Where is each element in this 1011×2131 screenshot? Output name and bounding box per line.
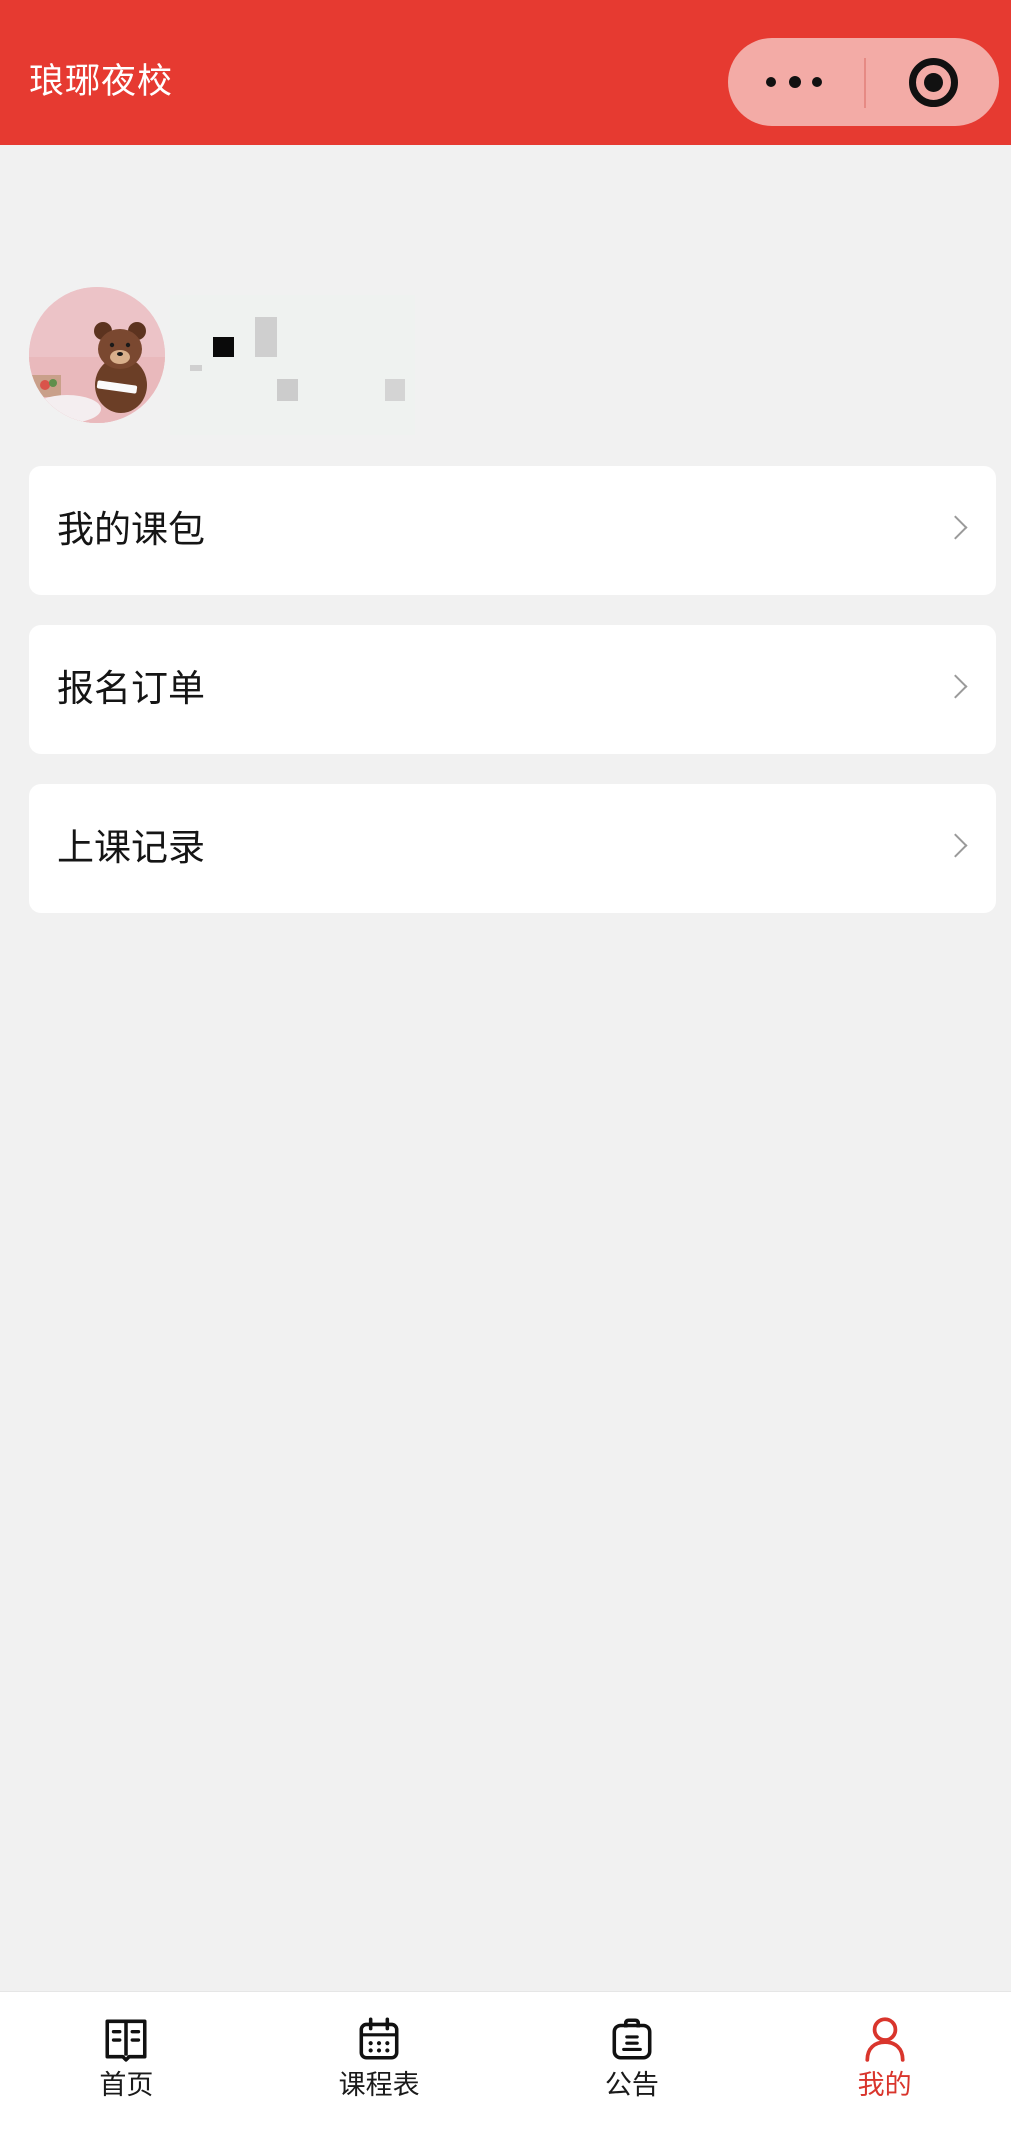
page-title: 琅琊夜校 <box>29 62 174 102</box>
tab-label: 课程表 <box>338 2070 420 2101</box>
chevron-right-icon <box>943 833 968 858</box>
app-header: 琅琊夜校 <box>0 0 1011 145</box>
menu-list: 我的课包 报名订单 上课记录 <box>29 466 996 943</box>
mini-program-capsule <box>728 38 999 126</box>
menu-item-enrollment-orders[interactable]: 报名订单 <box>29 625 996 754</box>
more-button[interactable] <box>728 38 864 126</box>
chevron-right-icon <box>943 515 968 540</box>
target-circle-icon[interactable] <box>909 58 958 107</box>
menu-item-label: 报名订单 <box>57 667 205 710</box>
bear-avatar <box>29 287 165 423</box>
menu-item-label: 我的课包 <box>57 508 205 551</box>
tab-label: 我的 <box>857 2070 912 2101</box>
tab-home[interactable]: 首页 <box>0 1992 253 2131</box>
calendar-icon <box>359 2017 399 2060</box>
menu-item-course-packages[interactable]: 我的课包 <box>29 466 996 595</box>
target-center <box>924 73 943 92</box>
tab-announcements[interactable]: 公告 <box>506 1992 759 2131</box>
more-dots-icon <box>766 77 776 87</box>
chevron-right-icon <box>943 674 968 699</box>
tab-label: 首页 <box>99 2070 154 2101</box>
person-icon <box>865 2017 905 2062</box>
clipboard-icon <box>612 2018 652 2060</box>
tab-mine[interactable]: 我的 <box>758 1992 1011 2131</box>
username-pixelated <box>170 295 415 435</box>
tab-schedule[interactable]: 课程表 <box>253 1992 506 2131</box>
menu-item-class-records[interactable]: 上课记录 <box>29 784 996 913</box>
more-dots-icon <box>812 77 822 87</box>
capsule-divider <box>864 58 866 108</box>
menu-item-label: 上课记录 <box>57 826 205 869</box>
more-dots-icon <box>789 76 801 88</box>
tab-label: 公告 <box>604 2070 659 2101</box>
book-icon <box>105 2019 147 2062</box>
avatar[interactable] <box>29 287 165 423</box>
bottom-tab-bar: 首页 课程表 公告 我的 <box>0 1991 1011 2131</box>
